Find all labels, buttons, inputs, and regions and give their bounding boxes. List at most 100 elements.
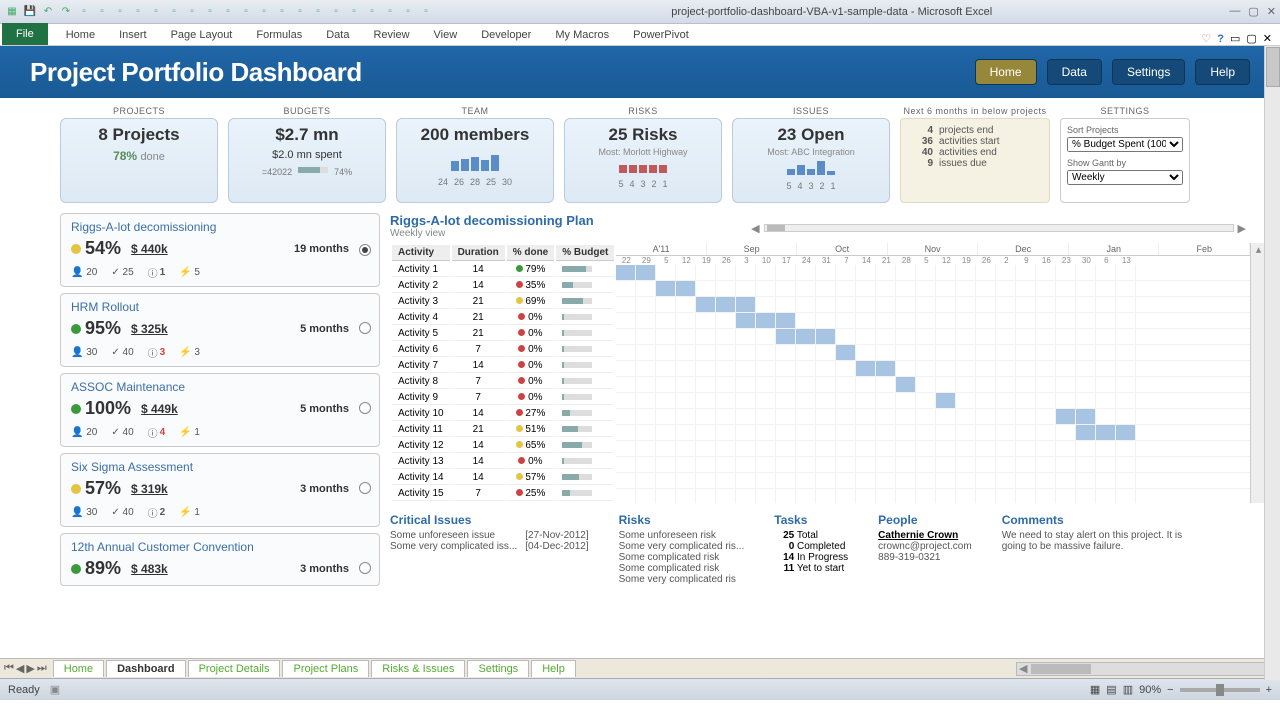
qat-icon[interactable]: ▫	[418, 4, 434, 20]
tick: 4	[797, 181, 802, 191]
sheet-tab[interactable]: Risks & Issues	[371, 660, 465, 677]
risk-count: ⓘ 2	[148, 505, 166, 520]
project-radio[interactable]	[359, 244, 371, 256]
view-layout-icon[interactable]: ▤	[1106, 683, 1116, 696]
qat-icon[interactable]: ▫	[238, 4, 254, 20]
qat-icon[interactable]: ▫	[76, 4, 92, 20]
project-radio[interactable]	[359, 322, 371, 334]
minimize-icon[interactable]: —	[1229, 5, 1240, 18]
ribbon-tab[interactable]: Home	[54, 25, 107, 45]
qat-icon[interactable]: ▫	[346, 4, 362, 20]
kpi-value: 8 Projects	[69, 125, 209, 145]
gantt-label: Show Gantt by	[1067, 158, 1183, 168]
sheet-tab[interactable]: Help	[531, 660, 576, 677]
zoom-in-icon[interactable]: +	[1266, 684, 1272, 696]
kpi-label: BUDGETS	[228, 106, 386, 116]
gantt-chart: A'11SepOctNovDecJanFeb 22295121926310172…	[616, 243, 1250, 503]
redo-icon[interactable]: ↷	[58, 4, 74, 20]
sheet-tab[interactable]: Project Details	[188, 660, 281, 677]
sheet-nav-last-icon[interactable]: ⏭	[37, 662, 47, 675]
ribbon-tab[interactable]: Insert	[107, 25, 159, 45]
section-heading: Tasks	[774, 513, 848, 527]
qat-icon[interactable]: ▫	[382, 4, 398, 20]
sort-select[interactable]: % Budget Spent (100	[1067, 137, 1183, 152]
qat-icon[interactable]: ▫	[130, 4, 146, 20]
zoom-out-icon[interactable]: −	[1167, 684, 1173, 696]
nav-home-button[interactable]: Home	[975, 59, 1037, 85]
ribbon-tab[interactable]: Developer	[469, 25, 543, 45]
save-icon[interactable]: 💾	[22, 4, 38, 20]
ribbon-close-icon[interactable]: ✕	[1263, 32, 1272, 45]
project-card[interactable]: 12th Annual Customer Convention 89% $ 48…	[60, 533, 380, 586]
scroll-left-icon[interactable]: ◀	[751, 222, 759, 235]
qat-icon[interactable]: ▫	[328, 4, 344, 20]
kpi-value: $2.7 mn	[237, 125, 377, 145]
project-radio[interactable]	[359, 562, 371, 574]
tick: 1	[663, 179, 668, 189]
activity-row: Activity 714 0%	[392, 359, 614, 373]
file-tab[interactable]: File	[2, 23, 48, 45]
view-break-icon[interactable]: ▥	[1123, 683, 1133, 696]
project-radio[interactable]	[359, 482, 371, 494]
project-name: 12th Annual Customer Convention	[71, 540, 369, 554]
horizontal-scrollbar[interactable]: ◀▶	[1016, 662, 1276, 676]
ribbon-tab[interactable]: PowerPivot	[621, 25, 701, 45]
sheet-tab[interactable]: Settings	[467, 660, 529, 677]
scroll-right-icon[interactable]: ▶	[1238, 222, 1246, 235]
ribbon-restore-icon[interactable]: ▢	[1246, 32, 1256, 45]
qat-icon[interactable]: ▫	[292, 4, 308, 20]
close-icon[interactable]: ✕	[1267, 5, 1276, 18]
tick: 2	[652, 179, 657, 189]
settings-card: Sort Projects % Budget Spent (100 Show G…	[1060, 118, 1190, 203]
maximize-icon[interactable]: ▢	[1248, 5, 1258, 18]
zoom-slider[interactable]	[1180, 688, 1260, 692]
qat-icon[interactable]: ▫	[310, 4, 326, 20]
qat-icon[interactable]: ▫	[400, 4, 416, 20]
qat-icon[interactable]: ▫	[112, 4, 128, 20]
macro-icon[interactable]: ▣	[50, 683, 60, 696]
ribbon-tab[interactable]: View	[422, 25, 470, 45]
help-icon[interactable]: ?	[1217, 33, 1224, 45]
nav-data-button[interactable]: Data	[1047, 59, 1102, 85]
sheet-tab[interactable]: Project Plans	[282, 660, 369, 677]
undo-icon[interactable]: ↶	[40, 4, 56, 20]
ribbon-tab[interactable]: Formulas	[244, 25, 314, 45]
qat-icon[interactable]: ▫	[220, 4, 236, 20]
ribbon-min-icon[interactable]: ▭	[1230, 32, 1240, 45]
project-card[interactable]: Riggs-A-lot decomissioning 54% $ 440k 19…	[60, 213, 380, 287]
activity-row: Activity 214 35%	[392, 279, 614, 293]
kpi-budgets: $2.7 mn $2.0 mn spent =42022 74%	[228, 118, 386, 203]
vertical-scrollbar[interactable]	[1264, 46, 1280, 680]
sheet-tab[interactable]: Home	[53, 660, 104, 677]
project-card[interactable]: Six Sigma Assessment 57% $ 319k 3 months…	[60, 453, 380, 527]
scroll-track[interactable]	[764, 224, 1234, 232]
kpi-projects: 8 Projects 78% done	[60, 118, 218, 203]
qat-icon[interactable]: ▫	[148, 4, 164, 20]
ribbon-tab[interactable]: Data	[314, 25, 361, 45]
sheet-tabs: ⏮ ◀ ▶ ⏭ HomeDashboardProject DetailsProj…	[0, 658, 1280, 678]
heart-icon[interactable]: ♡	[1201, 32, 1211, 45]
sheet-tab[interactable]: Dashboard	[106, 660, 185, 677]
sheet-nav-first-icon[interactable]: ⏮	[4, 662, 14, 675]
qat-icon[interactable]: ▫	[256, 4, 272, 20]
qat-icon[interactable]: ▫	[184, 4, 200, 20]
project-card[interactable]: ASSOC Maintenance 100% $ 449k 5 months 👤…	[60, 373, 380, 447]
qat-icon[interactable]: ▫	[364, 4, 380, 20]
view-normal-icon[interactable]: ▦	[1090, 683, 1100, 696]
activity-row: Activity 1414 57%	[392, 471, 614, 485]
nav-help-button[interactable]: Help	[1195, 59, 1250, 85]
project-card[interactable]: HRM Rollout 95% $ 325k 5 months 👤 30 ✓ 4…	[60, 293, 380, 367]
kpi-most: Most: ABC Integration	[741, 147, 881, 157]
ribbon-tab[interactable]: Page Layout	[159, 25, 245, 45]
ribbon-tab[interactable]: My Macros	[543, 25, 621, 45]
project-radio[interactable]	[359, 402, 371, 414]
qat-icon[interactable]: ▫	[274, 4, 290, 20]
gantt-select[interactable]: Weekly	[1067, 170, 1183, 185]
qat-icon[interactable]: ▫	[166, 4, 182, 20]
sheet-nav-next-icon[interactable]: ▶	[26, 662, 34, 675]
qat-icon[interactable]: ▫	[94, 4, 110, 20]
sheet-nav-prev-icon[interactable]: ◀	[16, 662, 24, 675]
nav-settings-button[interactable]: Settings	[1112, 59, 1185, 85]
qat-icon[interactable]: ▫	[202, 4, 218, 20]
ribbon-tab[interactable]: Review	[361, 25, 421, 45]
